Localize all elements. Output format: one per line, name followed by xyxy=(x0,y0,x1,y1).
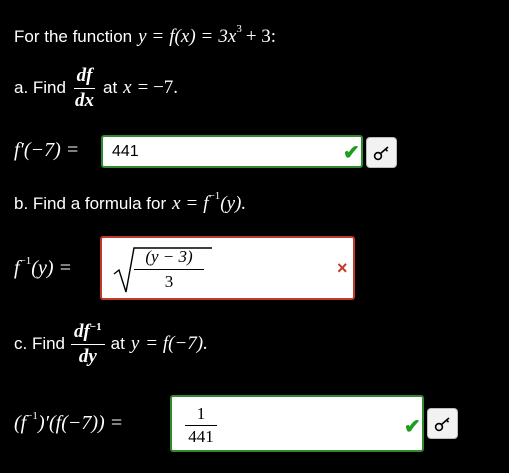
part-a-answer-input[interactable]: 441 xyxy=(101,135,363,168)
statement-eq: = xyxy=(152,26,164,47)
part-b-inv-exp: −1 xyxy=(208,190,221,202)
part-b-label: b. Find a formula for xyxy=(14,194,167,213)
part-a-answer-value: 441 xyxy=(112,143,139,160)
part-c-answer-num: 1 xyxy=(185,404,217,426)
statement-exp: 3 xyxy=(236,23,242,35)
part-b-answer-fraction: (y − 3) 3 xyxy=(134,247,204,292)
part-b-arg: (y). xyxy=(220,193,247,214)
part-a-value: = −7. xyxy=(137,77,179,99)
part-b-answer-den: 3 xyxy=(164,272,174,291)
part-b-var: x xyxy=(172,193,181,214)
part-c-derivative: df−1 dy xyxy=(71,321,105,367)
problem-statement: For the function y = f(x) = 3x 3 + 3: xyxy=(14,23,277,48)
part-a-label: a. Find xyxy=(14,78,66,98)
part-c-lhs-exp: −1 xyxy=(26,409,38,422)
part-b-answer-input[interactable]: (y − 3) 3 xyxy=(100,236,355,300)
part-b-answer-num: (y − 3) xyxy=(134,247,204,270)
part-a-question: a. Find df dx at x = −7. xyxy=(14,66,178,111)
part-b-eq: = xyxy=(186,193,198,214)
part-c-answer-input[interactable]: 1 441 xyxy=(170,395,424,452)
x-mark-icon: × xyxy=(337,258,348,278)
part-c-lhs-b: )′(f(−7)) = xyxy=(37,412,124,434)
part-c-var: y xyxy=(130,333,140,355)
key-button[interactable] xyxy=(366,137,397,168)
part-a-frac-den: dx xyxy=(74,89,94,111)
part-c-frac-num-exp: −1 xyxy=(89,321,102,333)
statement-fx: f(x) xyxy=(169,26,196,47)
part-c-answer-label: (f −1 )′(f(−7)) = xyxy=(14,409,124,435)
part-a-frac-num: df xyxy=(73,66,96,89)
statement-prefix: For the function xyxy=(14,27,133,46)
part-a-answer-label: f′(−7) = xyxy=(14,139,80,161)
part-b-lhs-exp: −1 xyxy=(19,254,32,267)
key-icon xyxy=(434,416,450,431)
part-a-var: x xyxy=(123,77,132,99)
part-c-at: at xyxy=(110,334,125,354)
part-c-label: c. Find xyxy=(14,334,66,354)
part-c-answer-fraction: 1 441 xyxy=(185,404,217,447)
part-c-frac-num-text: df xyxy=(74,321,90,342)
part-a-at: at xyxy=(102,78,118,98)
part-c-value: = f(−7). xyxy=(145,333,208,355)
part-a-derivative: df dx xyxy=(72,66,97,111)
checkmark-icon: ✔ xyxy=(404,416,421,438)
statement-y: y xyxy=(138,26,147,47)
part-c-answer-den: 441 xyxy=(188,427,214,446)
key-button[interactable] xyxy=(427,408,458,439)
part-b-lhs-rest: (y) = xyxy=(31,257,72,279)
key-icon xyxy=(373,145,389,160)
statement-eq2: = xyxy=(201,26,213,47)
part-c-question: c. Find df−1 dy at y = f(−7). xyxy=(14,321,208,367)
part-c-lhs-a: (f xyxy=(14,412,27,434)
part-c-frac-den: dy xyxy=(78,345,97,367)
part-b-question: b. Find a formula for x = f −1 (y). xyxy=(14,190,247,215)
part-c-frac-num: df−1 xyxy=(71,321,105,345)
checkmark-icon: ✔ xyxy=(343,142,360,164)
statement-coef: 3x xyxy=(218,26,237,47)
part-b-answer-label: f −1 (y) = xyxy=(14,254,72,280)
statement-rest: + 3: xyxy=(245,26,277,47)
